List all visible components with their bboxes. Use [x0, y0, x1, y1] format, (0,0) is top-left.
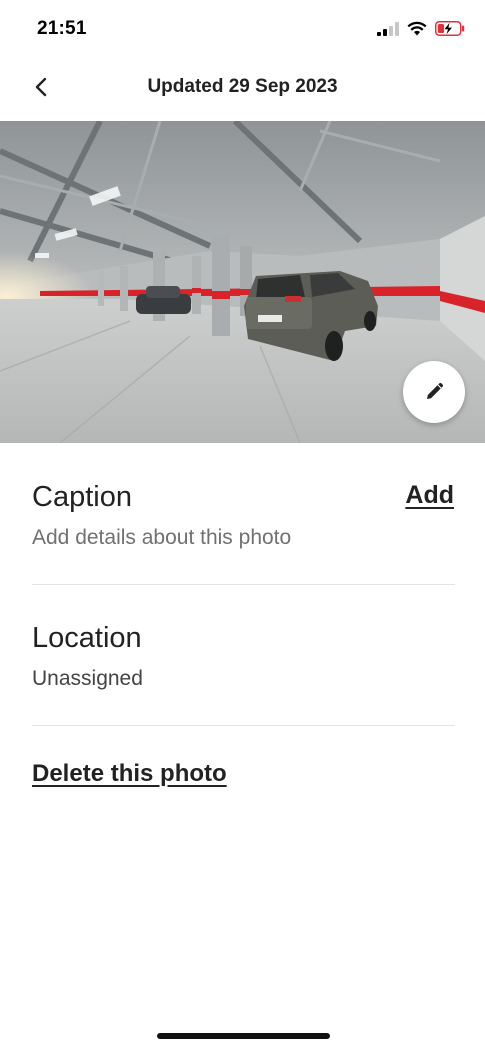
battery-charging-icon: [435, 21, 465, 41]
edit-photo-button[interactable]: [403, 361, 465, 423]
divider: [32, 725, 455, 726]
delete-photo-link[interactable]: Delete this photo: [32, 760, 227, 788]
wifi-icon: [407, 21, 427, 41]
listing-photo: [0, 121, 485, 443]
caption-placeholder: Add details about this photo: [32, 526, 292, 549]
caption-heading: Caption: [32, 481, 132, 513]
status-time: 21:51: [37, 18, 87, 39]
add-caption-link[interactable]: Add: [405, 481, 454, 510]
divider: [32, 584, 455, 585]
status-bar: 21:51: [0, 0, 485, 60]
status-icons: [377, 20, 465, 42]
top-nav-bar: Updated 29 Sep 2023: [0, 64, 485, 114]
location-value[interactable]: Unassigned: [32, 667, 143, 691]
location-heading[interactable]: Location: [32, 622, 142, 655]
page-title: Updated 29 Sep 2023: [147, 76, 338, 97]
photo-detail-screen: 21:51 Updated 29 Sep 2023 Caption Add Ad…: [0, 0, 485, 1050]
home-indicator: [157, 1033, 330, 1039]
pencil-icon: [424, 382, 444, 402]
cellular-signal-icon: [377, 21, 399, 41]
